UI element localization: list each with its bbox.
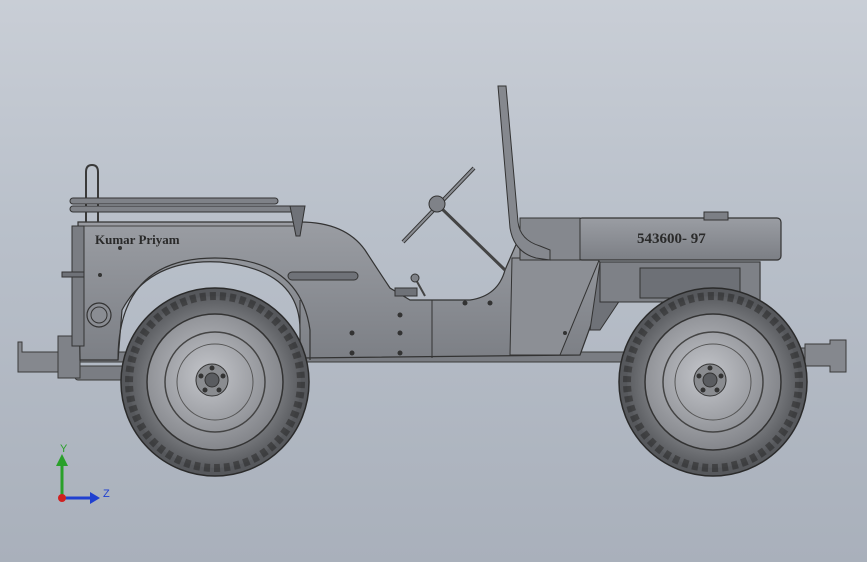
hood-serial-text: 543600- 97 xyxy=(637,231,706,247)
gear-lever xyxy=(394,273,426,297)
y-axis-arrow xyxy=(56,454,68,466)
z-axis-arrow xyxy=(90,492,100,504)
axis-triad: Y Z xyxy=(56,443,110,504)
steering-wheel xyxy=(401,166,507,272)
rear-box: 543600- 97 xyxy=(519,211,782,261)
side-name-text: Kumar Priyam xyxy=(95,232,180,247)
front-bumper xyxy=(17,335,81,379)
3d-viewport[interactable]: 543600- 97 Kumar Priyam Y Z xyxy=(0,0,867,562)
x-axis-dot xyxy=(58,494,66,502)
rear-wheel xyxy=(618,287,808,477)
y-axis-label: Y xyxy=(60,443,68,455)
z-axis-label: Z xyxy=(103,488,110,500)
jeep-model: 543600- 97 Kumar Priyam Y Z xyxy=(17,85,847,504)
front-wheel xyxy=(120,287,310,477)
